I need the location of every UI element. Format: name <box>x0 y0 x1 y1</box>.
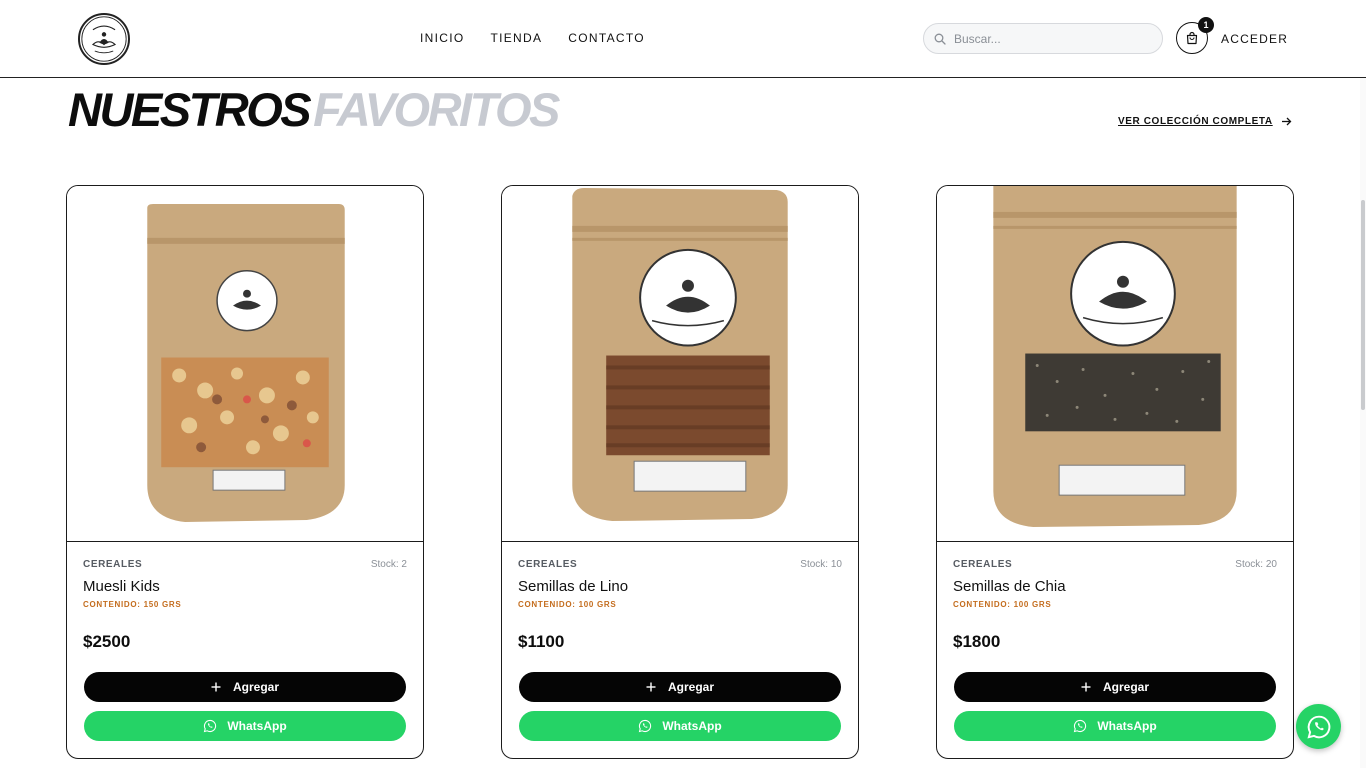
product-price: $1800 <box>953 632 1001 651</box>
product-price: $1100 <box>518 632 565 651</box>
plus-icon <box>1081 682 1091 692</box>
search-box[interactable] <box>923 23 1163 54</box>
shopping-bag-icon <box>1186 31 1198 45</box>
nav-inicio[interactable]: INICIO <box>420 31 464 45</box>
product-price: $2500 <box>83 632 131 651</box>
whatsapp-label: WhatsApp <box>227 719 287 733</box>
arrow-right-icon <box>1281 117 1292 126</box>
product-card[interactable]: CEREALES Stock: 2 Muesli Kids CONTENIDO:… <box>66 185 424 759</box>
add-to-cart-button[interactable]: Agregar <box>519 672 841 702</box>
plus-icon <box>646 682 656 692</box>
product-stock: Stock: 2 <box>370 559 407 570</box>
cart-count-badge: 1 <box>1198 17 1214 33</box>
floating-whatsapp-button[interactable] <box>1296 704 1341 749</box>
product-card[interactable]: CEREALES Stock: 20 Semillas de Chia CONT… <box>936 185 1294 759</box>
search-input[interactable] <box>954 31 1144 46</box>
product-content: CONTENIDO: 100 GRS <box>953 600 1052 609</box>
product-image[interactable] <box>937 186 1293 542</box>
add-to-cart-label: Agregar <box>1102 680 1149 694</box>
product-name[interactable]: Muesli Kids <box>83 578 160 595</box>
product-image[interactable] <box>502 186 858 542</box>
section-title-dark: NUESTROS <box>68 83 312 136</box>
whatsapp-icon <box>1306 715 1330 739</box>
site-header: INICIO TIENDA CONTACTO 1 ACCEDER <box>0 0 1366 78</box>
kraft-pouch-chia-image <box>993 186 1237 528</box>
view-all-label: VER COLECCIÓN COMPLETA <box>1118 116 1273 127</box>
product-image[interactable] <box>67 186 423 542</box>
whatsapp-label: WhatsApp <box>1097 719 1157 733</box>
whatsapp-icon <box>1074 719 1087 733</box>
product-card[interactable]: CEREALES Stock: 10 Semillas de Lino CONT… <box>501 185 859 759</box>
nav-contacto[interactable]: CONTACTO <box>568 31 645 45</box>
scrollbar-track[interactable] <box>1360 78 1366 768</box>
add-to-cart-button[interactable]: Agregar <box>954 672 1276 702</box>
product-category: CEREALES <box>518 559 578 570</box>
lotus-logo-icon <box>81 16 127 62</box>
plus-icon <box>211 682 221 692</box>
search-icon <box>934 33 946 45</box>
section-title: NUESTROSFAVORITOS <box>68 83 560 136</box>
product-name[interactable]: Semillas de Chia <box>953 578 1066 595</box>
section-title-light: FAVORITOS <box>313 83 560 136</box>
nav-tienda[interactable]: TIENDA <box>490 31 542 45</box>
add-to-cart-label: Agregar <box>667 680 714 694</box>
login-link[interactable]: ACCEDER <box>1221 32 1288 46</box>
scrollbar-thumb[interactable] <box>1361 200 1365 410</box>
whatsapp-label: WhatsApp <box>662 719 722 733</box>
kraft-pouch-muesli-image <box>147 203 345 523</box>
whatsapp-icon <box>204 719 217 733</box>
product-stock: Stock: 10 <box>800 559 842 570</box>
whatsapp-button[interactable]: WhatsApp <box>954 711 1276 741</box>
whatsapp-icon <box>639 719 652 733</box>
add-to-cart-label: Agregar <box>232 680 279 694</box>
kraft-pouch-flax-image <box>572 187 788 522</box>
product-category: CEREALES <box>83 559 143 570</box>
product-content: CONTENIDO: 150 GRS <box>83 600 182 609</box>
whatsapp-button[interactable]: WhatsApp <box>519 711 841 741</box>
view-all-link[interactable]: VER COLECCIÓN COMPLETA <box>1118 116 1292 127</box>
product-stock: Stock: 20 <box>1235 559 1277 570</box>
main-nav: INICIO TIENDA CONTACTO <box>420 31 645 45</box>
whatsapp-button[interactable]: WhatsApp <box>84 711 406 741</box>
product-name[interactable]: Semillas de Lino <box>518 578 628 595</box>
brand-logo[interactable] <box>78 13 130 65</box>
product-category: CEREALES <box>953 559 1013 570</box>
product-content: CONTENIDO: 100 GRS <box>518 600 617 609</box>
add-to-cart-button[interactable]: Agregar <box>84 672 406 702</box>
